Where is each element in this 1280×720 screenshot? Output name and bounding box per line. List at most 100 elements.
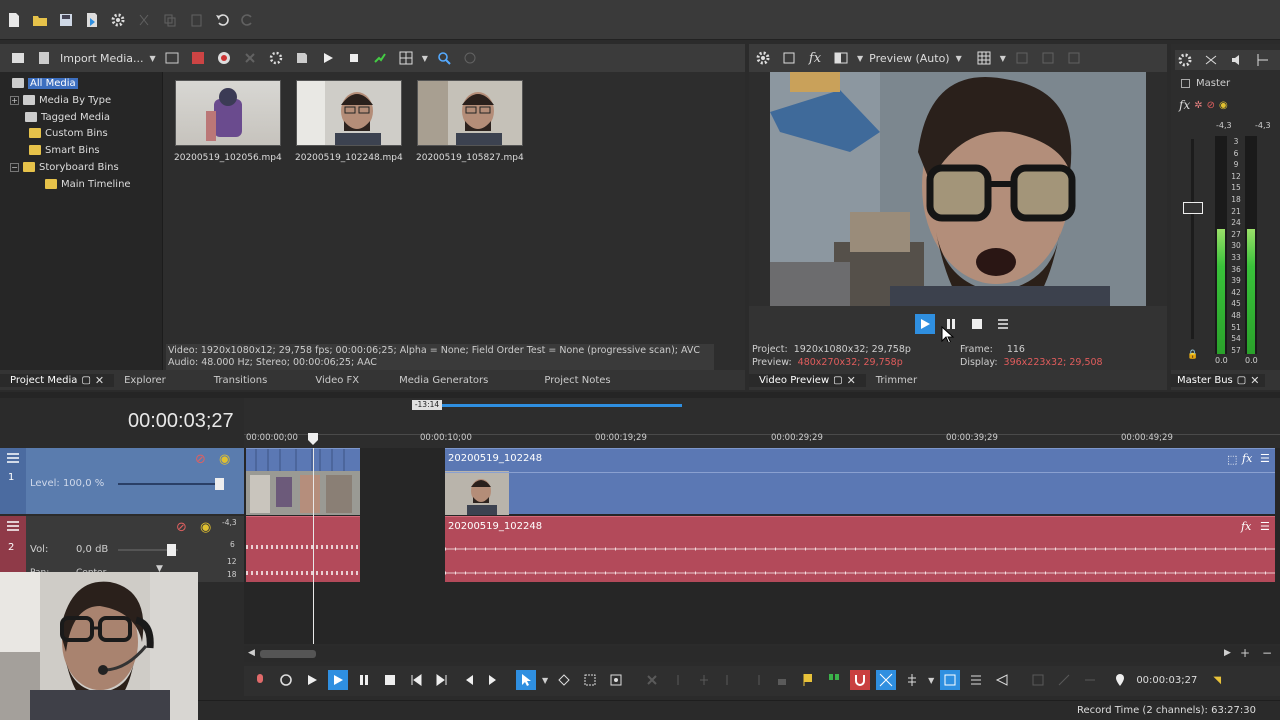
pan-crop-icon[interactable]: ⬚ xyxy=(1227,453,1237,466)
tree-item-custom-bins[interactable]: Custom Bins xyxy=(29,125,108,141)
chevron-down-icon[interactable]: ▼ xyxy=(150,54,156,63)
video-fx-icon[interactable]: fx xyxy=(805,48,825,68)
menu-icon[interactable] xyxy=(993,314,1013,334)
timeline-scrollbar[interactable]: ◀ ▶ + − xyxy=(244,646,1280,662)
media-fx-icon[interactable] xyxy=(266,48,286,68)
tree-item-main-timeline[interactable]: Main Timeline xyxy=(45,176,131,192)
tab-trimmer[interactable]: Trimmer xyxy=(866,375,927,386)
tree-item-all-media[interactable]: All Media xyxy=(12,75,78,91)
preview-settings-icon[interactable] xyxy=(753,48,773,68)
chevron-down-icon[interactable]: ▼ xyxy=(1000,54,1006,63)
ripple-edit-icon[interactable] xyxy=(902,670,922,690)
lock-event-icon[interactable] xyxy=(772,670,792,690)
event-fx-icon[interactable]: fx xyxy=(1241,520,1251,533)
downmix-icon[interactable] xyxy=(1201,50,1221,70)
open-folder-icon[interactable] xyxy=(30,10,50,30)
capture-icon[interactable] xyxy=(162,48,182,68)
next-frame-icon[interactable] xyxy=(484,670,504,690)
copy-icon[interactable] xyxy=(160,10,180,30)
search-icon[interactable] xyxy=(434,48,454,68)
zoom-out-icon[interactable]: − xyxy=(1262,646,1272,660)
ignore-grouping-icon[interactable] xyxy=(966,670,986,690)
previous-frame-icon[interactable] xyxy=(458,670,478,690)
video-clip[interactable]: 20200519_102248 ⬚ fx ☰ xyxy=(445,448,1275,515)
tab-video-preview[interactable]: Video Preview ▢ ✕ xyxy=(749,373,866,387)
video-track-header[interactable]: 1 ⊘ ◉ Level: 100,0 % xyxy=(0,448,244,514)
lock-icon[interactable]: 🔒 xyxy=(1187,350,1198,360)
clip-menu-icon[interactable]: ☰ xyxy=(1260,452,1270,465)
delete-icon[interactable] xyxy=(240,48,260,68)
track-menu-icon[interactable] xyxy=(7,453,19,463)
audio-fx-icon[interactable]: fx xyxy=(1179,98,1190,112)
gear-icon[interactable]: ✲ xyxy=(1194,100,1202,111)
preview-device-icon[interactable] xyxy=(779,48,799,68)
master-checkbox[interactable] xyxy=(1181,79,1190,88)
media-thumbnail[interactable] xyxy=(175,80,281,146)
close-icon[interactable]: ✕ xyxy=(1250,374,1259,387)
master-fader-track[interactable] xyxy=(1191,139,1194,339)
render-as-icon[interactable] xyxy=(82,10,102,30)
tab-video-fx[interactable]: Video FX xyxy=(305,375,369,386)
auto-crossfade-icon[interactable] xyxy=(876,670,897,690)
audio-clip[interactable] xyxy=(246,516,360,582)
playhead-icon[interactable] xyxy=(307,432,319,446)
auto-preview-icon[interactable] xyxy=(370,48,390,68)
view-icon[interactable] xyxy=(396,48,416,68)
get-media-icon[interactable] xyxy=(188,48,208,68)
media-thumbnail[interactable] xyxy=(296,80,402,146)
play-icon[interactable] xyxy=(318,48,338,68)
insert-marker-icon[interactable] xyxy=(798,670,818,690)
paste-icon[interactable] xyxy=(186,10,206,30)
clip-menu-icon[interactable]: ☰ xyxy=(1260,520,1270,533)
save-icon[interactable] xyxy=(56,10,76,30)
track-menu-icon[interactable] xyxy=(7,521,19,531)
chevron-down-icon[interactable]: ▼ xyxy=(857,54,863,63)
scroll-thumb[interactable] xyxy=(260,650,316,658)
mixer-settings-icon[interactable] xyxy=(1175,50,1195,70)
collapse-toggle[interactable]: − xyxy=(10,162,19,172)
tab-media-generators[interactable]: Media Generators xyxy=(389,375,498,386)
new-file-icon[interactable] xyxy=(4,10,24,30)
tab-explorer[interactable]: Explorer xyxy=(114,375,176,386)
solo-icon[interactable]: ◉ xyxy=(200,520,211,535)
close-icon[interactable]: ✕ xyxy=(847,374,856,387)
timeline-timecode[interactable]: 00:00:03;27 xyxy=(128,410,234,433)
redo-icon[interactable] xyxy=(238,10,258,30)
solo-icon[interactable]: ◉ xyxy=(1219,100,1228,111)
undock-icon[interactable]: ▢ xyxy=(1237,375,1246,386)
loop-playback-icon[interactable] xyxy=(276,670,296,690)
snapping-icon[interactable] xyxy=(850,670,871,690)
tree-item-media-by-type[interactable]: + Media By Type xyxy=(10,92,111,108)
insert-region-icon[interactable] xyxy=(824,670,844,690)
trim-icon[interactable] xyxy=(668,670,688,690)
undock-icon[interactable]: ▢ xyxy=(81,375,90,386)
web-media-icon[interactable] xyxy=(214,48,234,68)
save-snapshot-icon[interactable] xyxy=(1038,48,1058,68)
pause-icon[interactable] xyxy=(354,670,374,690)
expand-toggle[interactable]: + xyxy=(10,95,19,105)
play-from-start-icon[interactable] xyxy=(302,670,322,690)
solo-icon[interactable]: ◉ xyxy=(219,452,230,467)
preview-quality-select[interactable]: Preview (Auto) xyxy=(869,52,949,65)
mute-icon[interactable]: ⊘ xyxy=(1207,100,1215,111)
tab-project-media[interactable]: Project Media ▢ ✕ xyxy=(0,373,115,387)
tree-item-storyboard-bins[interactable]: − Storyboard Bins xyxy=(10,159,119,175)
close-icon[interactable]: ✕ xyxy=(95,374,104,387)
copy-snapshot-icon[interactable] xyxy=(1012,48,1032,68)
trim-end-icon[interactable] xyxy=(746,670,766,690)
go-to-end-icon[interactable] xyxy=(432,670,452,690)
undock-icon[interactable]: ▢ xyxy=(833,375,842,386)
timeline-ruler[interactable]: -13:14 00:00:00;00 00:00:10;00 00:00:19;… xyxy=(244,398,1280,448)
refresh-icon[interactable] xyxy=(460,48,480,68)
tab-transitions[interactable]: Transitions xyxy=(204,375,278,386)
overlays-icon[interactable] xyxy=(974,48,994,68)
play-icon[interactable] xyxy=(328,670,348,690)
tree-item-smart-bins[interactable]: Smart Bins xyxy=(29,142,100,158)
zoom-tool-icon[interactable] xyxy=(606,670,626,690)
scroll-left-icon[interactable]: ◀ xyxy=(248,648,255,658)
level-slider[interactable] xyxy=(118,483,218,485)
event-pan-crop-icon[interactable] xyxy=(992,670,1012,690)
mute-icon[interactable]: ⊘ xyxy=(195,452,206,467)
loop-region-marker[interactable]: -13:14 xyxy=(412,400,442,410)
event-fx-icon[interactable]: fx xyxy=(1242,452,1252,465)
